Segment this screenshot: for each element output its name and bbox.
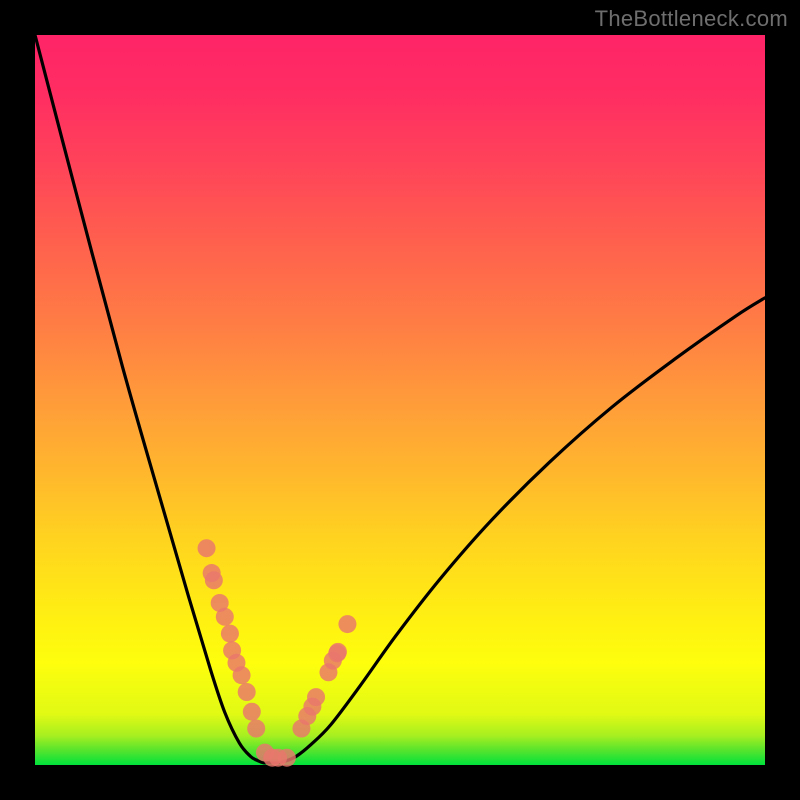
highlight-point	[278, 749, 296, 767]
watermark-text: TheBottleneck.com	[595, 6, 788, 32]
plot-area	[35, 35, 765, 765]
curve-svg	[35, 35, 765, 765]
chart-frame: TheBottleneck.com	[0, 0, 800, 800]
highlight-point	[329, 643, 347, 661]
highlight-point	[205, 571, 223, 589]
marker-cluster	[198, 539, 357, 767]
highlight-point	[338, 615, 356, 633]
highlight-point	[243, 703, 261, 721]
highlight-point	[221, 625, 239, 643]
highlight-point	[216, 608, 234, 626]
highlight-point	[307, 688, 325, 706]
highlight-point	[247, 720, 265, 738]
highlight-point	[233, 666, 251, 684]
highlight-point	[238, 683, 256, 701]
bottleneck-curve	[35, 35, 765, 763]
highlight-point	[198, 539, 216, 557]
